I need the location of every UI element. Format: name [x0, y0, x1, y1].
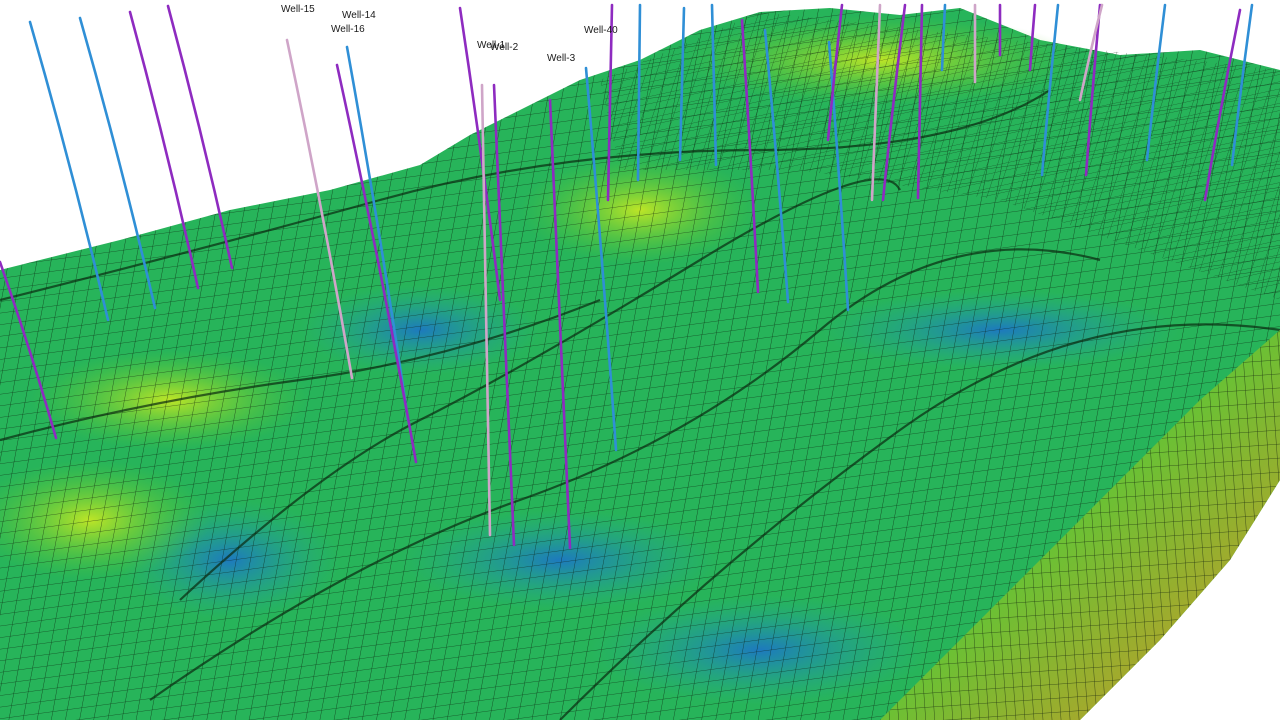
3d-viewport[interactable]: Well-15 Well-14 Well-16 Well-1 Well-2 We… [0, 0, 1280, 720]
well-label-2[interactable]: Well-2 [490, 42, 518, 54]
well-label-15[interactable]: Well-15 [281, 4, 315, 16]
well-label-3[interactable]: Well-3 [547, 53, 575, 65]
well-label-14[interactable]: Well-14 [342, 10, 376, 22]
well-label-16[interactable]: Well-16 [331, 24, 365, 36]
well-label-40[interactable]: Well-40 [584, 25, 618, 37]
reservoir-grid-scene[interactable] [0, 0, 1280, 720]
